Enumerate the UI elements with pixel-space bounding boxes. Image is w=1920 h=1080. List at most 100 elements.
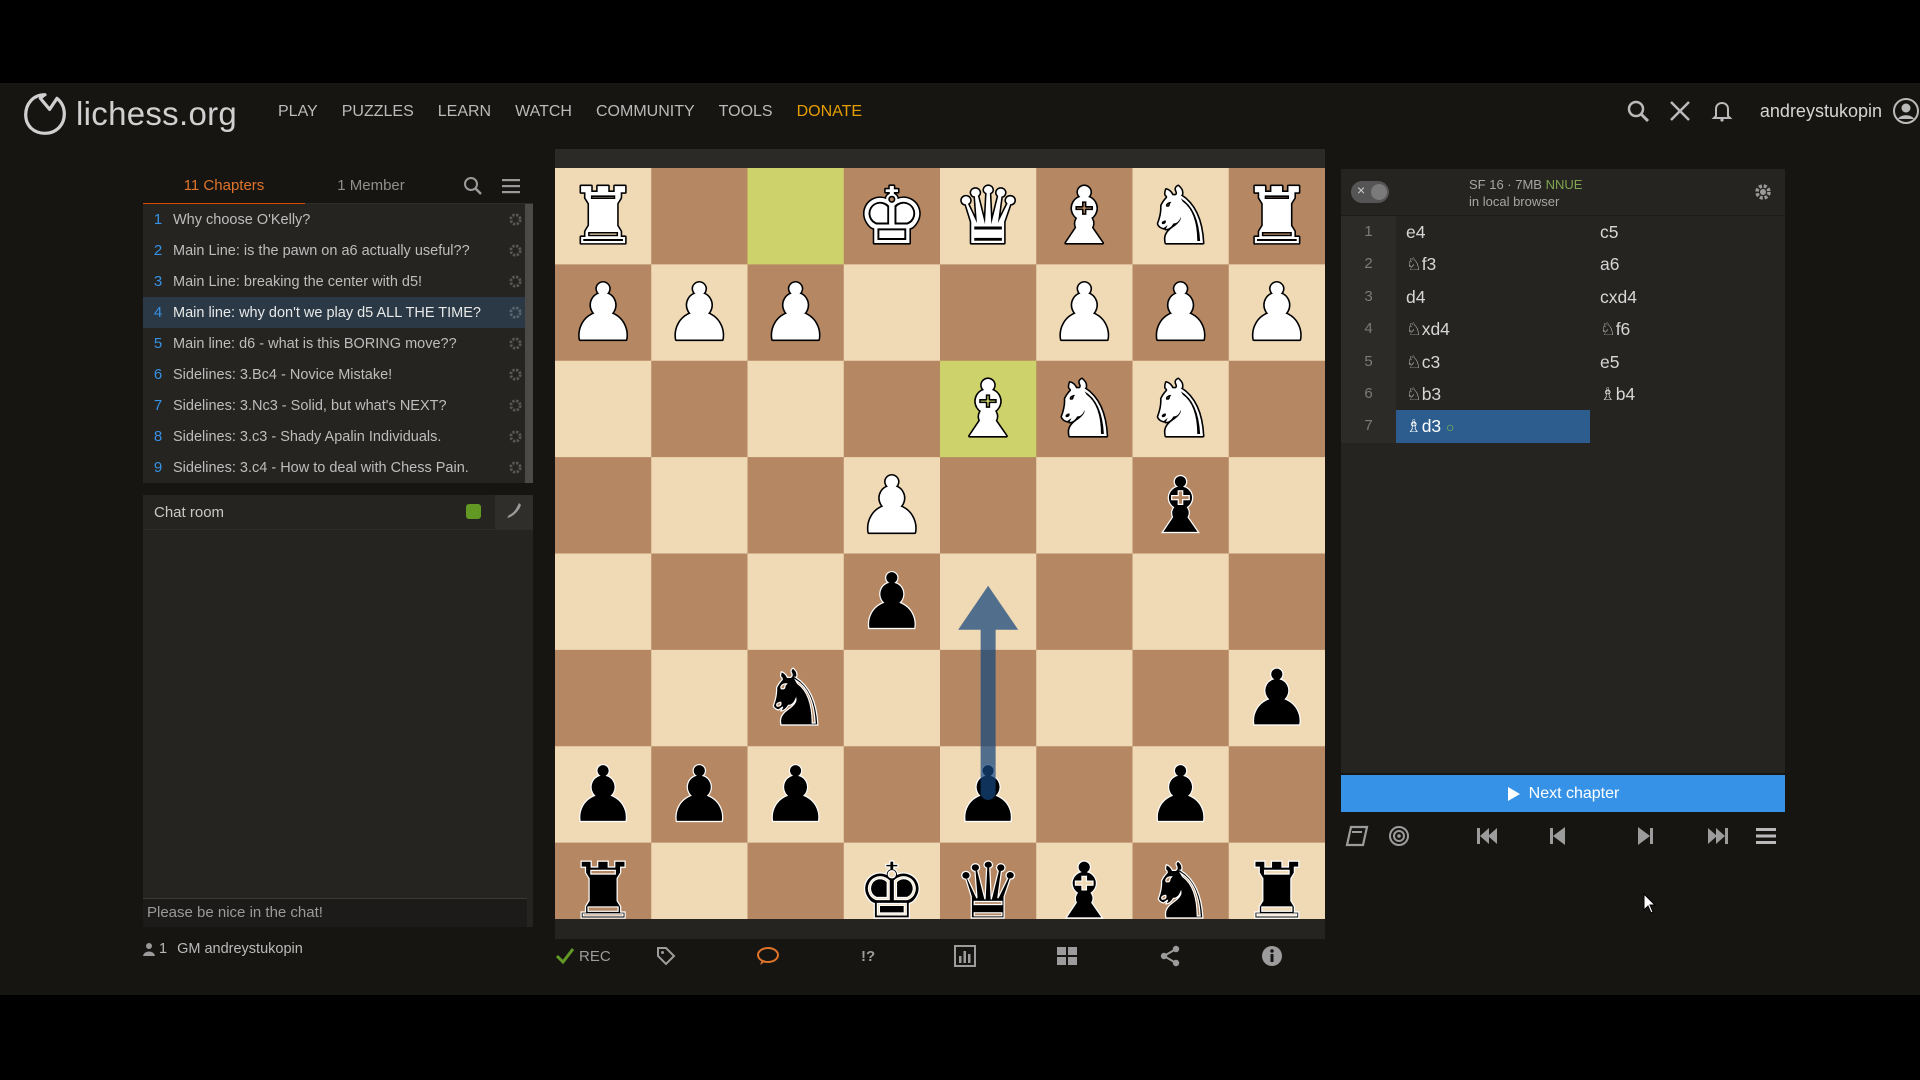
chart-icon[interactable] bbox=[954, 945, 976, 967]
square-h4[interactable] bbox=[555, 457, 652, 554]
square-c6[interactable] bbox=[1036, 649, 1133, 747]
black-move[interactable] bbox=[1590, 410, 1784, 442]
chat-input[interactable]: Please be nice in the chat! bbox=[143, 898, 527, 927]
nav-tools[interactable]: TOOLS bbox=[719, 103, 773, 121]
book-icon[interactable] bbox=[1345, 825, 1369, 847]
black-pawn-icon[interactable]: ♟ bbox=[760, 750, 831, 841]
white-knight-icon[interactable]: ♞♞ bbox=[1048, 363, 1121, 456]
next-chapter-button[interactable]: Next chapter bbox=[1341, 775, 1785, 812]
black-move[interactable]: e5 bbox=[1590, 346, 1784, 378]
white-move[interactable]: e4 bbox=[1396, 216, 1590, 248]
white-king-icon[interactable]: ♚♚ bbox=[855, 171, 928, 264]
black-move[interactable]: a6 bbox=[1590, 248, 1784, 280]
white-pawn-icon[interactable]: ♟♟ bbox=[663, 267, 736, 360]
rec-button[interactable]: REC bbox=[555, 945, 611, 967]
chapter-item[interactable]: 5 Main line: d6 - what is this BORING mov… bbox=[143, 328, 533, 359]
tag-icon[interactable] bbox=[655, 945, 677, 967]
gear-icon[interactable] bbox=[508, 429, 523, 444]
nav-puzzles[interactable]: PUZZLES bbox=[342, 103, 414, 121]
next-icon[interactable] bbox=[1633, 825, 1657, 847]
member-name[interactable]: GM andreystukopin bbox=[177, 941, 303, 957]
square-g4[interactable] bbox=[651, 457, 748, 554]
black-move[interactable]: ♘f6 bbox=[1590, 313, 1784, 345]
black-pawn-icon[interactable]: ♟ bbox=[856, 557, 927, 648]
chapter-item[interactable]: 3 Main Line: breaking the center with d5! bbox=[143, 266, 533, 297]
comment-icon[interactable] bbox=[756, 945, 780, 967]
white-move[interactable]: ♘b3 bbox=[1396, 378, 1590, 410]
black-pawn-icon[interactable]: ♟ bbox=[1145, 750, 1216, 841]
nav-play[interactable]: PLAY bbox=[278, 103, 318, 121]
white-bishop-icon[interactable]: ♝♝ bbox=[952, 363, 1025, 456]
square-f1[interactable] bbox=[747, 168, 845, 265]
square-c4[interactable] bbox=[1036, 457, 1133, 554]
chapter-item[interactable]: 1 Why choose O'Kelly? bbox=[143, 204, 533, 235]
black-move[interactable]: c5 bbox=[1590, 216, 1784, 248]
black-move[interactable]: cxd4 bbox=[1590, 281, 1784, 313]
square-f4[interactable] bbox=[747, 457, 845, 554]
gear-icon[interactable] bbox=[508, 336, 523, 351]
black-pawn-icon[interactable]: ♟ bbox=[1241, 653, 1312, 744]
square-f5[interactable] bbox=[747, 553, 845, 651]
chat-toggle[interactable] bbox=[466, 504, 481, 519]
square-h6[interactable] bbox=[555, 649, 652, 747]
square-a5[interactable] bbox=[1228, 553, 1325, 651]
chapter-item[interactable]: 6 Sidelines: 3.Bc4 - Novice Mistake! bbox=[143, 359, 533, 390]
square-a4[interactable] bbox=[1228, 457, 1325, 554]
gear-icon[interactable] bbox=[508, 243, 523, 258]
first-icon[interactable] bbox=[1475, 825, 1499, 847]
square-c7[interactable] bbox=[1036, 746, 1133, 844]
gear-icon[interactable] bbox=[508, 274, 523, 289]
square-h5[interactable] bbox=[555, 553, 652, 651]
white-move[interactable]: ♘c3 bbox=[1396, 346, 1590, 378]
search-icon[interactable] bbox=[461, 169, 485, 203]
tab-chapters[interactable]: 11 Chapters bbox=[143, 169, 305, 205]
phone-button[interactable] bbox=[495, 495, 533, 529]
gear-icon[interactable] bbox=[508, 305, 523, 320]
square-f3[interactable] bbox=[747, 360, 845, 458]
square-g3[interactable] bbox=[651, 360, 748, 458]
white-pawn-icon[interactable]: ♟♟ bbox=[1240, 267, 1313, 360]
scrollbar-thumb[interactable] bbox=[525, 204, 533, 483]
chapter-item[interactable]: 7 Sidelines: 3.Nc3 - Solid, but what's NE… bbox=[143, 390, 533, 421]
black-move[interactable]: ♗b4 bbox=[1590, 378, 1784, 410]
square-e7[interactable] bbox=[843, 746, 941, 844]
black-knight-icon[interactable]: ♞ bbox=[760, 653, 831, 744]
black-pawn-icon[interactable]: ♟ bbox=[568, 750, 639, 841]
black-pawn-icon[interactable]: ♟ bbox=[664, 750, 735, 841]
square-c5[interactable] bbox=[1036, 553, 1133, 651]
square-g5[interactable] bbox=[651, 553, 748, 651]
square-h3[interactable] bbox=[555, 360, 652, 458]
share-icon[interactable] bbox=[1159, 945, 1181, 967]
nav-community[interactable]: COMMUNITY bbox=[596, 103, 695, 121]
target-icon[interactable] bbox=[1387, 825, 1411, 847]
info-icon[interactable] bbox=[1261, 945, 1283, 967]
gear-icon[interactable] bbox=[508, 367, 523, 382]
chess-board[interactable]: 12345678hgfedcba♜♜♞♞♝♝♛♛♚♚♜♜♟♟♟♟♟♟♟♟♟♟♟♟… bbox=[555, 168, 1325, 939]
chapter-item[interactable]: 4 Main line: why don't we play d5 ALL THE… bbox=[143, 297, 533, 328]
grid-icon[interactable] bbox=[1056, 945, 1078, 967]
nav-watch[interactable]: WATCH bbox=[515, 103, 572, 121]
white-rook-icon[interactable]: ♜♜ bbox=[567, 171, 640, 264]
square-e3[interactable] bbox=[843, 360, 941, 458]
site-logo[interactable]: lichess.org bbox=[22, 91, 237, 137]
white-move[interactable]: ♗d3 ○ bbox=[1396, 410, 1590, 443]
glyphs-button[interactable]: !? bbox=[861, 945, 875, 967]
board-svg[interactable]: 12345678hgfedcba♜♜♞♞♝♝♛♛♚♚♜♜♟♟♟♟♟♟♟♟♟♟♟♟… bbox=[555, 168, 1325, 939]
white-rook-icon[interactable]: ♜♜ bbox=[1240, 171, 1313, 264]
chapter-scrollbar[interactable] bbox=[525, 204, 533, 483]
square-b5[interactable] bbox=[1132, 553, 1230, 651]
chapter-item[interactable]: 2 Main Line: is the pawn on a6 actually u… bbox=[143, 235, 533, 266]
square-g6[interactable] bbox=[651, 649, 748, 747]
black-bishop-icon[interactable]: ♝ bbox=[1145, 461, 1216, 552]
square-d2[interactable] bbox=[940, 264, 1037, 362]
white-bishop-icon[interactable]: ♝♝ bbox=[1048, 171, 1121, 264]
prev-icon[interactable] bbox=[1546, 825, 1570, 847]
square-a7[interactable] bbox=[1228, 746, 1325, 844]
gear-icon[interactable] bbox=[1753, 182, 1773, 202]
white-move[interactable]: ♘xd4 bbox=[1396, 313, 1590, 345]
white-pawn-icon[interactable]: ♟♟ bbox=[759, 267, 832, 360]
square-a3[interactable] bbox=[1228, 360, 1325, 458]
white-knight-icon[interactable]: ♞♞ bbox=[1144, 171, 1217, 264]
swords-icon[interactable] bbox=[1668, 99, 1692, 123]
chapter-item[interactable]: 9 Sidelines: 3.c4 - How to deal with Ches… bbox=[143, 452, 533, 483]
